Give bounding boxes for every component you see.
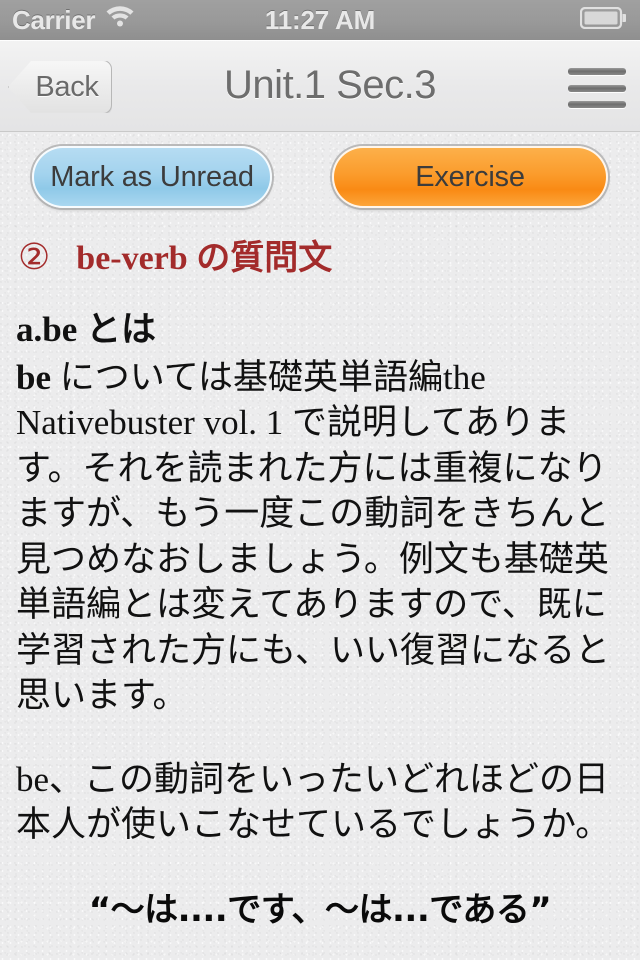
page-title: Unit.1 Sec.3 <box>224 63 436 107</box>
section-number: ② <box>18 237 51 278</box>
quote-line: “〜は....です、〜は...である” <box>88 889 552 930</box>
status-bar: Carrier 11:27 AM <box>0 0 640 40</box>
back-button[interactable]: Back <box>8 60 112 114</box>
paragraph-1-lead: be <box>16 357 51 397</box>
paragraph-1: be については基礎英単語編the Nativebuster vol. 1 で説… <box>16 355 626 719</box>
section-heading: ② be-verb の質問文 <box>18 230 626 279</box>
back-button-label: Back <box>35 70 99 103</box>
menu-bar-3 <box>568 101 626 108</box>
status-bar-right <box>579 0 627 40</box>
hamburger-menu-icon[interactable] <box>568 66 626 110</box>
exercise-label: Exercise <box>415 160 525 193</box>
mark-as-unread-button[interactable]: Mark as Unread <box>32 146 272 208</box>
status-bar-clock: 11:27 AM <box>264 4 376 35</box>
lesson-content: ② be-verb の質問文 a.be とは be については基礎英単語編the… <box>0 210 640 931</box>
paragraph-1-body: については基礎英単語編the Nativebuster vol. 1 で説明して… <box>16 357 610 716</box>
navigation-bar: Back Unit.1 Sec.3 <box>0 40 640 132</box>
exercise-button[interactable]: Exercise <box>332 146 608 208</box>
battery-full-icon <box>579 6 627 34</box>
section-title: be-verb の質問文 <box>76 240 333 277</box>
app-screen: Carrier 11:27 AM Back Unit.1 Sec.3 Mark … <box>0 0 640 960</box>
action-button-bar: Mark as Unread Exercise <box>0 132 640 210</box>
subheading-a: a.be とは <box>16 310 157 349</box>
menu-bar-2 <box>568 84 626 92</box>
menu-bar-1 <box>568 68 626 75</box>
paragraph-2: be、この動詞をいったいどれほどの日本人が使いこなせているでしょうか。 <box>16 759 611 845</box>
mark-as-unread-label: Mark as Unread <box>50 160 254 193</box>
